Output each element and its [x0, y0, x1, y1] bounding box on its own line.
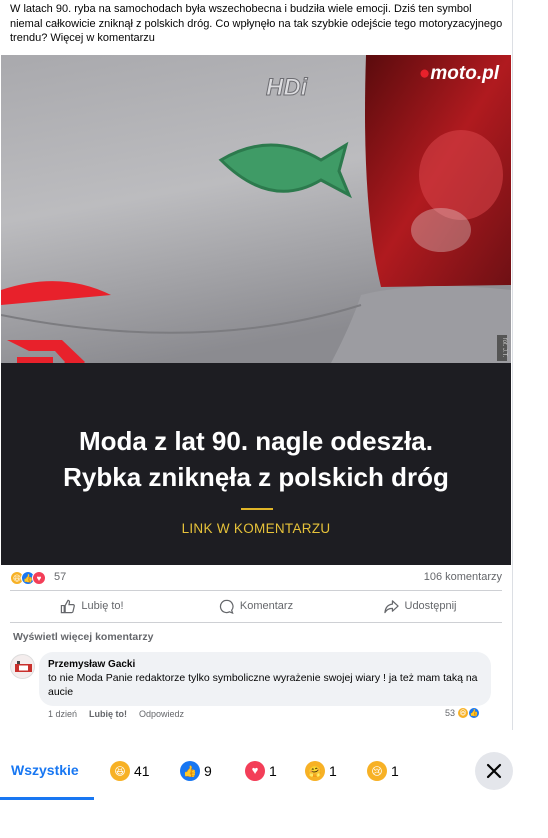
car-photo: HDi — [1, 55, 511, 363]
care-count: 1 — [329, 763, 337, 779]
headline-line-2: Rybka zniknęła z polskich dróg — [63, 462, 449, 492]
tab-love[interactable]: ♥ 1 — [245, 759, 277, 783]
reaction-count[interactable]: 57 — [54, 571, 66, 583]
svg-text:HDi: HDi — [266, 74, 309, 101]
like-icon: 👍 — [180, 761, 200, 781]
post-text: W latach 90. ryba na samochodach była ws… — [10, 3, 503, 44]
comment-like-button[interactable]: Lubię to! — [89, 709, 127, 719]
thumbs-up-icon — [61, 599, 76, 613]
reactions-sheet: Wszystkie 😆 41 👍 9 ♥ 1 🤗 1 😢 1 — [0, 740, 548, 838]
care-icon: 🤗 — [305, 761, 325, 781]
divider — [10, 590, 502, 591]
love-icon: ♥ — [245, 761, 265, 781]
comment-reactions[interactable]: 53 😆 👍 — [444, 707, 480, 719]
comment-label: Komentarz — [239, 600, 294, 612]
comment-meta: 1 dzień Lubię to! Odpowiedz — [48, 709, 488, 719]
like-label: Lubię to! — [81, 600, 124, 612]
post-image[interactable]: HDi ●moto.pl fot. J.T. Moda z lat 90. na… — [1, 55, 511, 565]
photo-credit: fot. J.T. — [497, 335, 507, 361]
love-icon: ♥ — [32, 571, 46, 585]
share-icon — [383, 599, 399, 613]
post-stats: 😆 👍 ♥ 57 106 komentarzy — [10, 570, 504, 586]
banner-divider — [241, 508, 273, 510]
moto-logo: ●moto.pl — [418, 63, 499, 84]
post-card: W latach 90. ryba na samochodach była ws… — [0, 0, 513, 730]
sad-icon: 😢 — [367, 761, 387, 781]
comment-time[interactable]: 1 dzień — [48, 709, 77, 719]
image-headline: Moda z lat 90. nagle odeszła. Rybka znik… — [1, 423, 511, 495]
haha-count: 41 — [134, 763, 150, 779]
tab-all-reactions[interactable]: Wszystkie — [11, 762, 79, 778]
sad-count: 1 — [391, 763, 399, 779]
comment-reaction-count: 53 — [444, 708, 455, 718]
tab-care[interactable]: 🤗 1 — [305, 759, 337, 783]
like-count: 9 — [204, 763, 212, 779]
comment-author[interactable]: Przemysław Gacki — [48, 658, 482, 671]
comment-button[interactable]: Komentarz — [174, 593, 338, 619]
comment-icon — [219, 599, 234, 614]
active-tab-indicator — [0, 797, 94, 800]
like-icon: 👍 — [468, 707, 480, 719]
like-button[interactable]: Lubię to! — [10, 593, 174, 619]
tab-like[interactable]: 👍 9 — [180, 759, 212, 783]
comment-reply-button[interactable]: Odpowiedz — [139, 709, 184, 719]
avatar[interactable] — [10, 654, 35, 679]
share-label: Udostępnij — [404, 600, 457, 612]
reaction-summary[interactable]: 😆 👍 ♥ — [10, 571, 46, 585]
close-icon — [486, 763, 502, 779]
tab-haha[interactable]: 😆 41 — [110, 759, 150, 783]
headline-line-1: Moda z lat 90. nagle odeszła. — [79, 426, 433, 456]
link-cta: LINK W KOMENTARZU — [181, 521, 331, 536]
avatar-image — [11, 655, 34, 678]
comment-bubble: Przemysław Gacki to nie Moda Panie redak… — [39, 652, 491, 706]
comment-count[interactable]: 106 komentarzy — [424, 571, 502, 583]
haha-icon: 😆 — [110, 761, 130, 781]
post-actions: Lubię to! Komentarz Udostępnij — [10, 593, 502, 619]
love-count: 1 — [269, 763, 277, 779]
close-button[interactable] — [475, 752, 513, 790]
image-banner: Moda z lat 90. nagle odeszła. Rybka znik… — [1, 363, 511, 565]
divider — [10, 622, 502, 623]
tab-sad[interactable]: 😢 1 — [367, 759, 399, 783]
view-more-comments-link[interactable]: Wyświetl więcej komentarzy — [13, 631, 153, 643]
share-button[interactable]: Udostępnij — [338, 593, 502, 619]
comment-text: to nie Moda Panie redaktorze tylko symbo… — [48, 672, 478, 698]
